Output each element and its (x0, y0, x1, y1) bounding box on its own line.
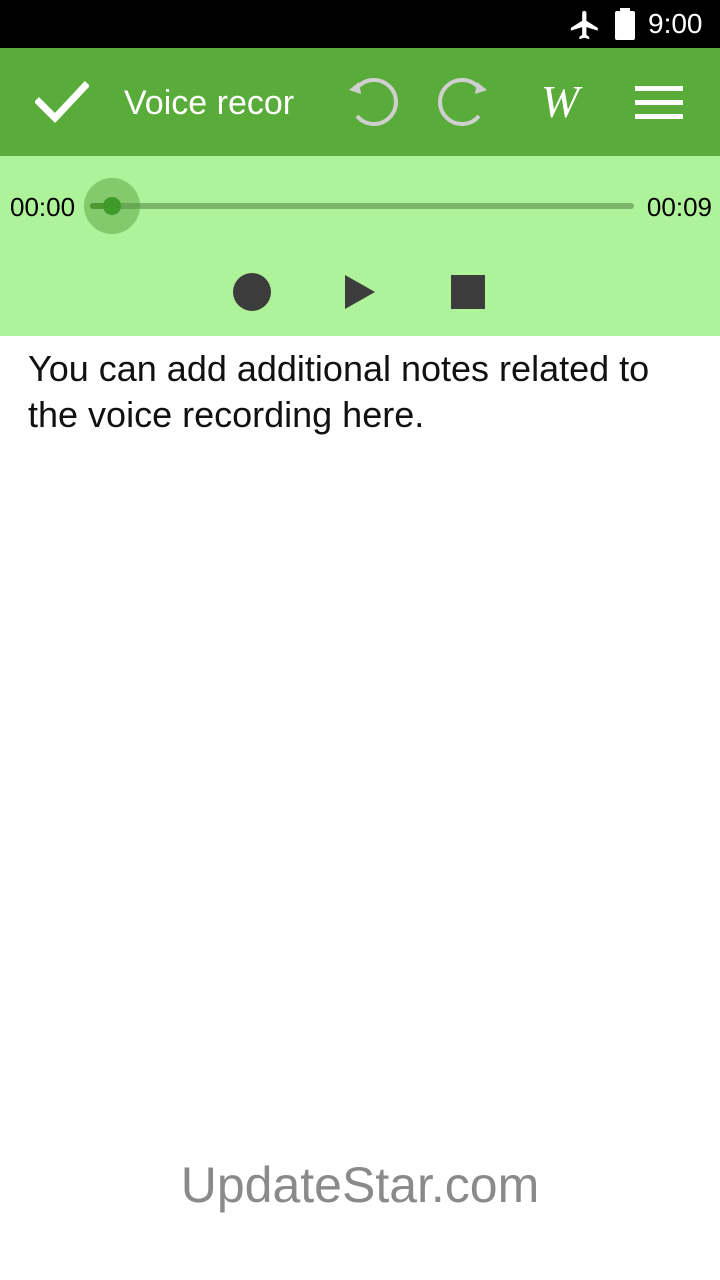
notes-text[interactable]: You can add additional notes related to … (28, 346, 698, 438)
play-icon (345, 275, 375, 309)
play-button[interactable] (336, 268, 384, 316)
elapsed-time: 00:00 (10, 192, 76, 222)
battery-icon (615, 8, 635, 40)
done-button[interactable] (20, 48, 104, 156)
word-format-icon: W (540, 76, 580, 127)
check-icon (35, 81, 89, 124)
airplane-icon (570, 10, 598, 40)
audio-player: 00:00 00:09 (0, 156, 720, 336)
duration-time: 00:09 (646, 192, 712, 222)
stop-icon (451, 275, 485, 309)
menu-icon (635, 86, 683, 119)
status-bar: 9:00 (0, 0, 720, 48)
menu-button[interactable] (622, 48, 696, 156)
record-icon (233, 273, 271, 311)
redo-button[interactable] (430, 48, 500, 156)
seek-bar[interactable] (90, 203, 634, 209)
record-button[interactable] (228, 268, 276, 316)
note-title[interactable]: Voice recor (124, 78, 308, 128)
word-format-button[interactable]: W (524, 48, 596, 156)
status-time: 9:00 (648, 8, 703, 39)
watermark-text: UpdateStar.com (180, 1157, 540, 1213)
undo-icon (349, 78, 398, 126)
undo-button[interactable] (336, 48, 406, 156)
app-toolbar: Voice recor W (0, 48, 720, 156)
redo-icon (438, 78, 487, 126)
seek-thumb[interactable] (102, 197, 121, 215)
stop-button[interactable] (444, 268, 492, 316)
